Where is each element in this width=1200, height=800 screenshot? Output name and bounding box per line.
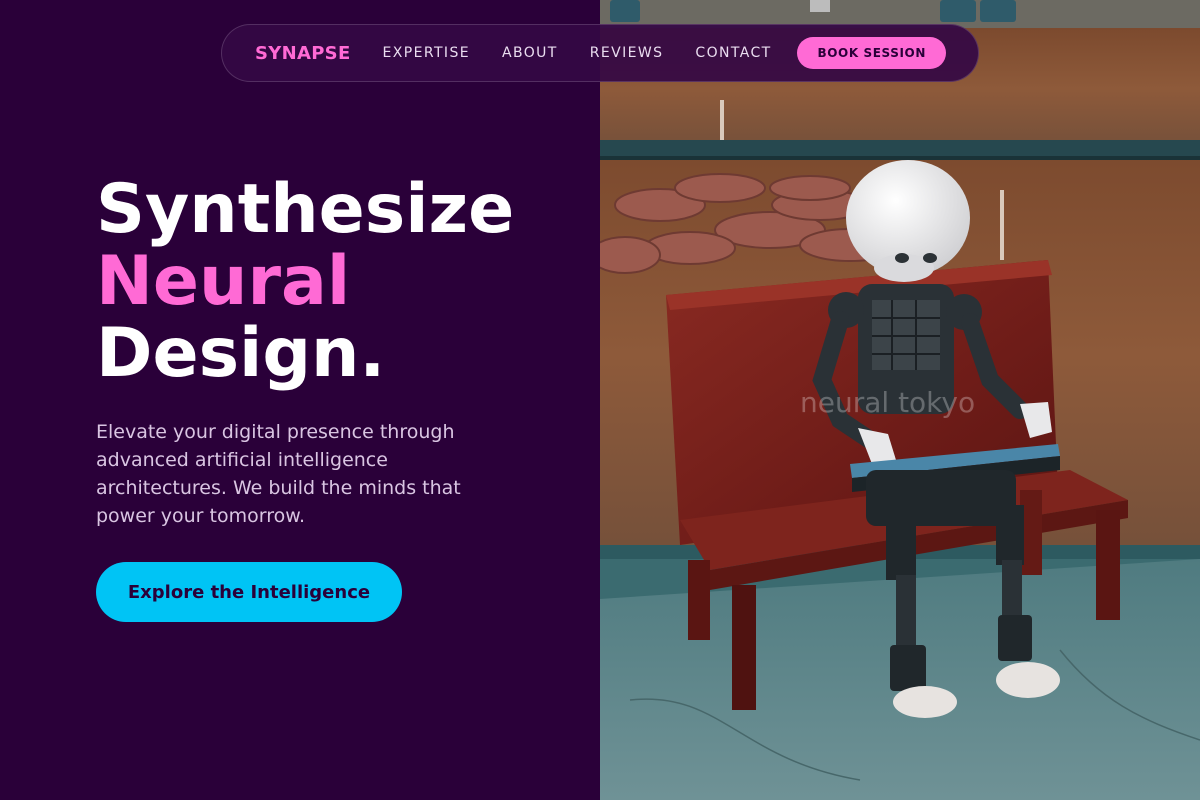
hero-title-line-3: Design. <box>96 314 386 393</box>
hero-panel <box>0 0 600 800</box>
book-session-button[interactable]: BOOK SESSION <box>797 37 946 69</box>
hero-title-accent: Neural <box>96 242 351 321</box>
nav-link-expertise[interactable]: EXPERTISE <box>383 45 470 61</box>
landing-page: neural tokyo SYNAPSE EXPERTISE ABOUT REV… <box>0 0 1200 800</box>
hero-title-line-1: Synthesize <box>96 170 515 249</box>
explore-intelligence-button[interactable]: Explore the Intelligence <box>96 562 402 622</box>
nav-link-about[interactable]: ABOUT <box>502 45 558 61</box>
nav-links: EXPERTISE ABOUT REVIEWS CONTACT <box>383 45 772 61</box>
hero-subtitle: Elevate your digital presence through ad… <box>96 421 461 527</box>
nav-link-contact[interactable]: CONTACT <box>695 45 771 61</box>
brand-logo[interactable]: SYNAPSE <box>255 43 351 64</box>
hero-title: Synthesize Neural Design. <box>96 174 514 390</box>
robot-photo: neural tokyo <box>600 0 1200 800</box>
photo-watermark: neural tokyo <box>800 386 975 419</box>
top-nav: SYNAPSE EXPERTISE ABOUT REVIEWS CONTACT … <box>221 24 979 82</box>
hero-photo: neural tokyo <box>600 0 1200 800</box>
nav-link-reviews[interactable]: REVIEWS <box>590 45 664 61</box>
